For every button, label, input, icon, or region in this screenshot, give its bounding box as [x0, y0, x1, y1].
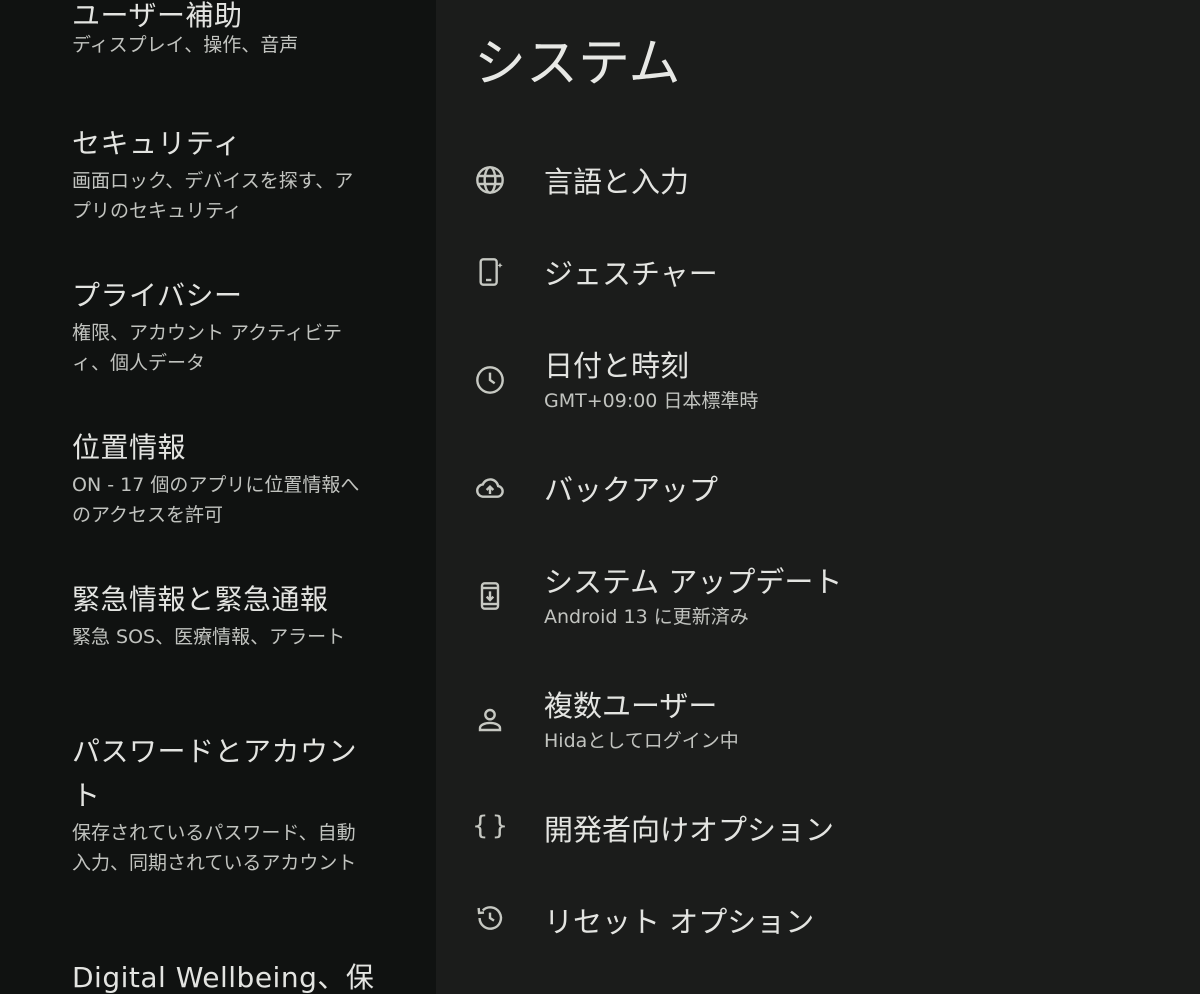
sidebar-item-passwords-accounts[interactable]: パスワードとアカウント 保存されているパスワード、自動入力、同期されているアカウ… [72, 730, 372, 878]
sidebar-item-title: Digital Wellbeing、保 [72, 961, 375, 994]
date-time-item[interactable]: 日付と時刻 GMT+09:00 日本標準時 [436, 344, 1200, 424]
multiple-users-item[interactable]: 複数ユーザー Hidaとしてログイン中 [436, 684, 1200, 764]
gesture-phone-icon [472, 254, 508, 290]
item-title: 開発者向けオプション [544, 813, 835, 847]
sidebar-item-title: 位置情報 [72, 431, 187, 464]
item-title: ジェスチャー [544, 257, 718, 291]
item-title: バックアップ [544, 473, 719, 507]
globe-icon [472, 162, 508, 198]
sidebar-item-privacy[interactable]: プライバシー 権限、アカウント アクティビティ、個人データ [72, 274, 372, 378]
sidebar-item-emergency[interactable]: 緊急情報と緊急通報 緊急 SOS、医療情報、アラート [72, 578, 372, 652]
item-title: 日付と時刻 [544, 349, 690, 383]
item-title: 複数ユーザー [544, 689, 718, 723]
sidebar-item-title: パスワードとアカウント [72, 735, 358, 812]
sidebar-item-location[interactable]: 位置情報 ON - 17 個のアプリに位置情報へのアクセスを許可 [72, 426, 372, 530]
sidebar-item-subtitle: 画面ロック、デバイスを探す、アプリのセキュリティ [72, 170, 354, 222]
item-title: システム アップデート [544, 565, 843, 599]
sidebar-item-security[interactable]: セキュリティ 画面ロック、デバイスを探す、アプリのセキュリティ [72, 122, 372, 226]
sidebar-item-title: セキュリティ [72, 127, 242, 160]
item-title: 言語と入力 [544, 165, 690, 199]
sidebar-item-accessibility[interactable]: ユーザー補助 ディスプレイ、操作、音声 [72, 0, 372, 60]
item-title: リセット オプション [544, 905, 815, 939]
sidebar-item-title: プライバシー [72, 279, 243, 312]
system-update-item[interactable]: システム アップデート Android 13 に更新済み [436, 560, 1200, 640]
history-icon [472, 900, 508, 936]
gestures-item[interactable]: ジェスチャー [436, 252, 1200, 296]
system-update-icon [472, 578, 508, 614]
sidebar-item-subtitle: 保存されているパスワード、自動入力、同期されているアカウント [72, 822, 357, 874]
languages-input-item[interactable]: 言語と入力 [436, 160, 1200, 204]
item-subtitle: Hidaとしてログイン中 [544, 730, 739, 752]
system-settings-panel: システム 言語と入力 ジェスチャー 日付と時刻 GMT+09:00 日本標準時 … [436, 0, 1200, 994]
sidebar-item-subtitle: ON - 17 個のアプリに位置情報へのアクセスを許可 [72, 474, 360, 526]
developer-options-item[interactable]: {} 開発者向けオプション [436, 808, 1200, 852]
sidebar-item-title: 緊急情報と緊急通報 [72, 583, 329, 616]
item-subtitle: GMT+09:00 日本標準時 [544, 390, 759, 412]
cloud-upload-icon [472, 470, 508, 506]
sidebar-item-subtitle: ディスプレイ、操作、音声 [72, 34, 299, 56]
item-subtitle: Android 13 に更新済み [544, 606, 749, 628]
sidebar-item-subtitle: 権限、アカウント アクティビティ、個人データ [72, 322, 342, 374]
braces-icon: {} [472, 811, 512, 841]
settings-sidebar: ユーザー補助 ディスプレイ、操作、音声 セキュリティ 画面ロック、デバイスを探す… [0, 0, 436, 994]
clock-icon [472, 362, 508, 398]
reset-options-item[interactable]: リセット オプション [436, 900, 1200, 944]
person-icon [472, 702, 508, 738]
settings-screen: ユーザー補助 ディスプレイ、操作、音声 セキュリティ 画面ロック、デバイスを探す… [0, 0, 1200, 994]
sidebar-item-subtitle: 緊急 SOS、医療情報、アラート [72, 626, 346, 648]
backup-item[interactable]: バックアップ [436, 468, 1200, 512]
page-title: システム [474, 34, 681, 94]
sidebar-item-digital-wellbeing[interactable]: Digital Wellbeing、保 [72, 956, 432, 994]
